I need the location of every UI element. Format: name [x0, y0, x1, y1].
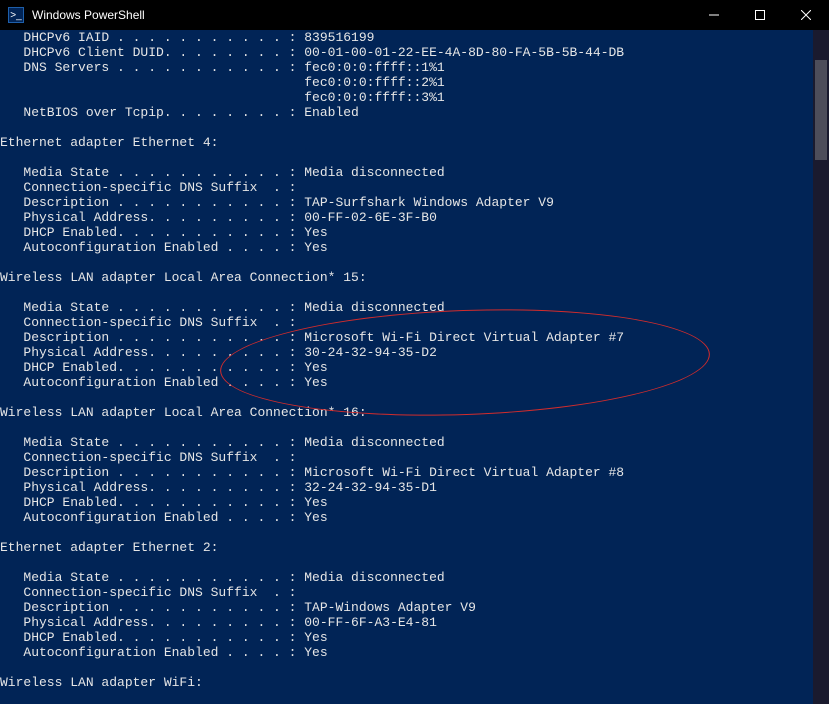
terminal-line[interactable]: DHCPv6 Client DUID. . . . . . . . : 00-0…	[0, 45, 813, 60]
terminal-line[interactable]: Description . . . . . . . . . . . : TAP-…	[0, 600, 813, 615]
terminal-line[interactable]: DHCP Enabled. . . . . . . . . . . : Yes	[0, 360, 813, 375]
close-button[interactable]	[783, 0, 829, 30]
terminal-line[interactable]: Wireless LAN adapter WiFi:	[0, 675, 813, 690]
terminal-line[interactable]: DHCP Enabled. . . . . . . . . . . : Yes	[0, 630, 813, 645]
titlebar-left: >_ Windows PowerShell	[0, 7, 691, 23]
terminal-line[interactable]: Media State . . . . . . . . . . . : Medi…	[0, 300, 813, 315]
maximize-button[interactable]	[737, 0, 783, 30]
terminal-line[interactable]: Autoconfiguration Enabled . . . . : Yes	[0, 645, 813, 660]
titlebar[interactable]: >_ Windows PowerShell	[0, 0, 829, 30]
terminal-line[interactable]: Physical Address. . . . . . . . . : 30-2…	[0, 345, 813, 360]
terminal-line[interactable]: Wireless LAN adapter Local Area Connecti…	[0, 270, 813, 285]
terminal-line[interactable]: NetBIOS over Tcpip. . . . . . . . : Enab…	[0, 105, 813, 120]
terminal-output[interactable]: DHCPv6 IAID . . . . . . . . . . . : 8395…	[0, 30, 813, 704]
terminal-line[interactable]: Description . . . . . . . . . . . : Micr…	[0, 330, 813, 345]
terminal-line[interactable]: Media State . . . . . . . . . . . : Medi…	[0, 165, 813, 180]
close-icon	[801, 10, 811, 20]
terminal-line[interactable]: Autoconfiguration Enabled . . . . : Yes	[0, 510, 813, 525]
terminal-line[interactable]: Description . . . . . . . . . . . : TAP-…	[0, 195, 813, 210]
powershell-icon: >_	[8, 7, 24, 23]
terminal-line[interactable]: fec0:0:0:ffff::2%1	[0, 75, 813, 90]
terminal-line[interactable]	[0, 555, 813, 570]
terminal[interactable]: DHCPv6 IAID . . . . . . . . . . . : 8395…	[0, 30, 829, 704]
terminal-line[interactable]: Physical Address. . . . . . . . . : 00-F…	[0, 615, 813, 630]
terminal-line[interactable]	[0, 690, 813, 704]
titlebar-buttons	[691, 0, 829, 30]
terminal-line[interactable]	[0, 285, 813, 300]
terminal-line[interactable]	[0, 120, 813, 135]
terminal-line[interactable]: Connection-specific DNS Suffix . :	[0, 450, 813, 465]
terminal-line[interactable]: Connection-specific DNS Suffix . :	[0, 180, 813, 195]
terminal-line[interactable]: Media State . . . . . . . . . . . : Medi…	[0, 435, 813, 450]
terminal-line[interactable]: Connection-specific DNS Suffix . :	[0, 585, 813, 600]
terminal-line[interactable]: DHCP Enabled. . . . . . . . . . . : Yes	[0, 225, 813, 240]
terminal-line[interactable]: Wireless LAN adapter Local Area Connecti…	[0, 405, 813, 420]
scrollbar-thumb[interactable]	[815, 60, 827, 160]
terminal-line[interactable]: Ethernet adapter Ethernet 2:	[0, 540, 813, 555]
terminal-line[interactable]: fec0:0:0:ffff::3%1	[0, 90, 813, 105]
terminal-line[interactable]: Connection-specific DNS Suffix . :	[0, 315, 813, 330]
minimize-icon	[709, 10, 719, 20]
terminal-line[interactable]: DNS Servers . . . . . . . . . . . : fec0…	[0, 60, 813, 75]
terminal-line[interactable]	[0, 255, 813, 270]
terminal-line[interactable]	[0, 525, 813, 540]
terminal-line[interactable]: Physical Address. . . . . . . . . : 00-F…	[0, 210, 813, 225]
terminal-line[interactable]	[0, 420, 813, 435]
maximize-icon	[755, 10, 765, 20]
terminal-line[interactable]: Autoconfiguration Enabled . . . . : Yes	[0, 375, 813, 390]
terminal-line[interactable]: Autoconfiguration Enabled . . . . : Yes	[0, 240, 813, 255]
terminal-line[interactable]: DHCP Enabled. . . . . . . . . . . : Yes	[0, 495, 813, 510]
minimize-button[interactable]	[691, 0, 737, 30]
terminal-line[interactable]: Description . . . . . . . . . . . : Micr…	[0, 465, 813, 480]
terminal-line[interactable]: Ethernet adapter Ethernet 4:	[0, 135, 813, 150]
terminal-line[interactable]	[0, 660, 813, 675]
terminal-line[interactable]	[0, 390, 813, 405]
terminal-line[interactable]: Physical Address. . . . . . . . . : 32-2…	[0, 480, 813, 495]
terminal-line[interactable]: DHCPv6 IAID . . . . . . . . . . . : 8395…	[0, 30, 813, 45]
window-title: Windows PowerShell	[32, 8, 145, 22]
scrollbar-track[interactable]	[813, 30, 829, 704]
terminal-line[interactable]	[0, 150, 813, 165]
powershell-icon-glyph: >_	[10, 10, 21, 21]
terminal-line[interactable]: Media State . . . . . . . . . . . : Medi…	[0, 570, 813, 585]
